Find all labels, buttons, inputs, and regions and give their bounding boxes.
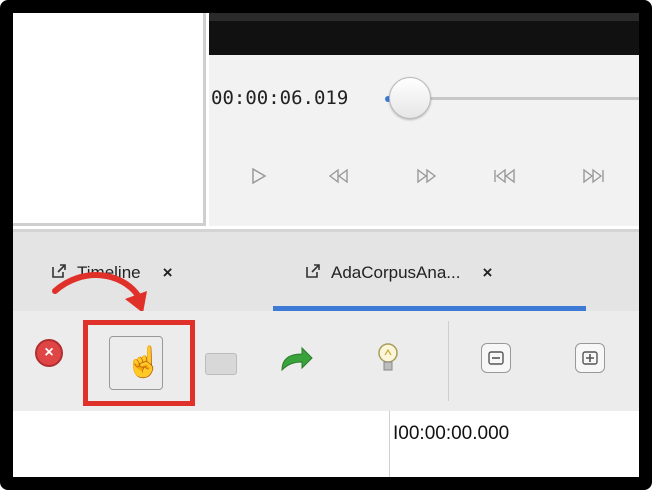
timeline-divider xyxy=(389,411,390,477)
step-forward-icon[interactable] xyxy=(412,165,440,187)
tab-adacorpusana[interactable]: AdaCorpusAna... × xyxy=(305,232,492,314)
zoom-out-icon[interactable] xyxy=(481,343,511,373)
media-player: 00:00:06.019 xyxy=(209,55,639,226)
highlight-box xyxy=(83,320,195,406)
video-preview xyxy=(209,13,639,55)
lightbulb-icon[interactable] xyxy=(373,339,403,379)
step-back-icon[interactable] xyxy=(325,165,353,187)
toolbar: × ☝ xyxy=(13,311,639,411)
player-timecode: 00:00:06.019 xyxy=(211,87,349,109)
timeline-timecode: I00:00:00.000 xyxy=(393,423,510,444)
seek-slider-knob[interactable] xyxy=(389,77,431,119)
close-tab-icon[interactable]: × xyxy=(482,263,492,283)
gray-rect-icon[interactable] xyxy=(205,353,237,375)
external-link-icon[interactable] xyxy=(305,263,321,283)
seek-slider-track[interactable] xyxy=(399,97,639,100)
play-icon[interactable] xyxy=(245,165,273,187)
stop-icon[interactable]: × xyxy=(35,339,63,367)
app-window: 00:00:06.019 Timeline × AdaCorpusAna... … xyxy=(0,0,652,490)
left-panel xyxy=(13,13,206,226)
timeline-area: I00:00:00.000 xyxy=(13,411,639,477)
toolbar-separator xyxy=(448,321,449,401)
redo-arrow-icon[interactable] xyxy=(275,341,315,381)
skip-to-end-icon[interactable] xyxy=(579,165,607,187)
tab-label: AdaCorpusAna... xyxy=(331,263,461,282)
close-tab-icon[interactable]: × xyxy=(163,263,173,283)
skip-to-start-icon[interactable] xyxy=(492,165,520,187)
zoom-in-icon[interactable] xyxy=(575,343,605,373)
